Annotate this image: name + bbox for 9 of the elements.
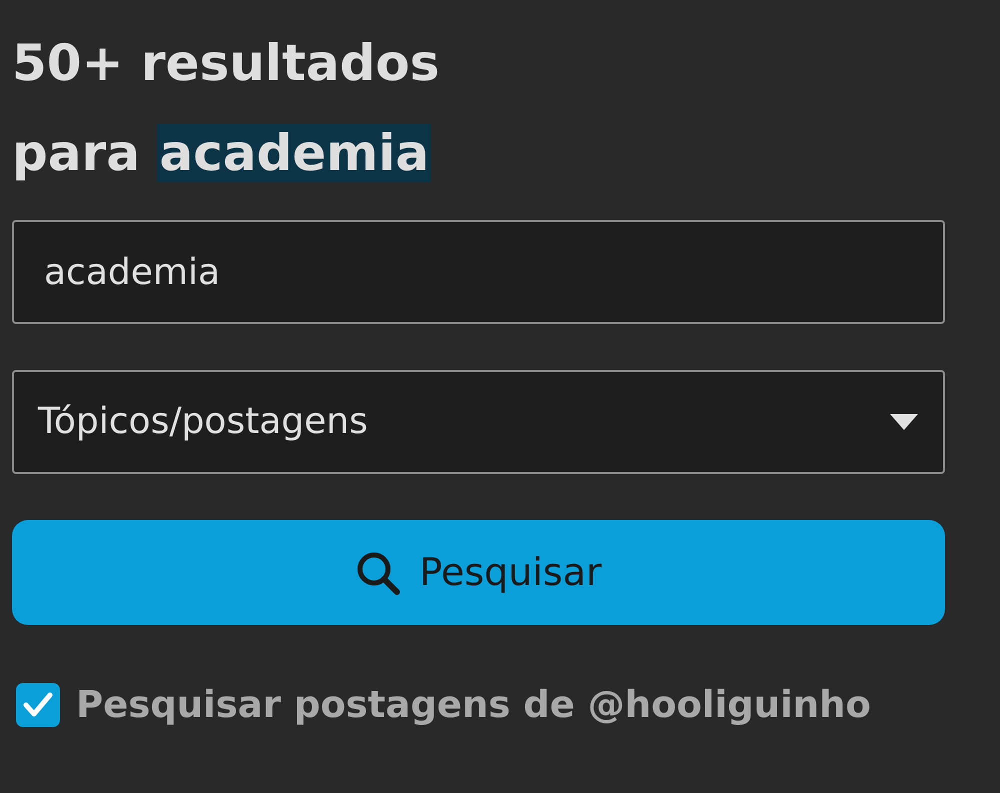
results-heading: 50+ resultados para academia bbox=[12, 33, 440, 184]
caret-icon bbox=[889, 413, 919, 431]
checkbox[interactable] bbox=[16, 682, 60, 727]
search-button[interactable]: Pesquisar bbox=[12, 520, 945, 625]
check-icon bbox=[23, 692, 53, 718]
checkbox-label: Pesquisar postagens de @hooliguinho bbox=[76, 682, 871, 728]
search-field[interactable]: academia bbox=[12, 220, 945, 324]
type-select[interactable]: Tópicos/postagens bbox=[12, 370, 945, 474]
search-icon bbox=[355, 550, 402, 596]
